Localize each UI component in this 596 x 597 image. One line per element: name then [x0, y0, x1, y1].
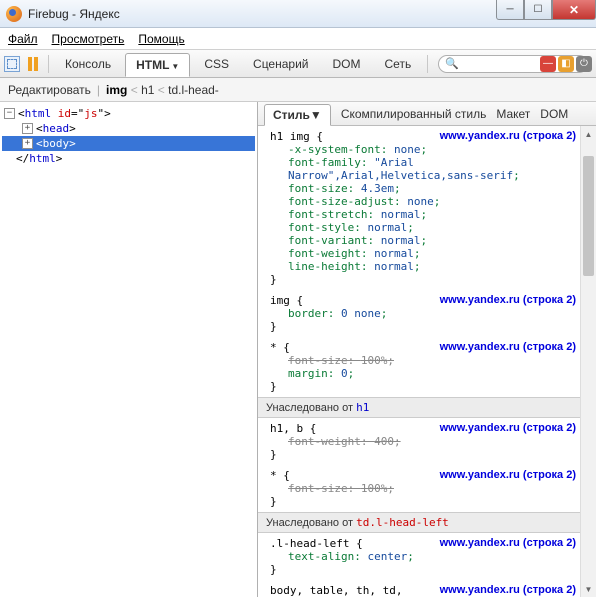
- inherited-header: Унаследовано от h1: [258, 397, 596, 418]
- tree-node[interactable]: + <head>: [2, 121, 255, 136]
- inspect-icon[interactable]: [4, 56, 20, 72]
- edit-button[interactable]: Редактировать: [8, 83, 91, 97]
- tab-net[interactable]: Сеть: [375, 53, 422, 75]
- window-title: Firebug - Яндекс: [28, 7, 120, 21]
- source-link[interactable]: www.yandex.ru (строка 2): [440, 130, 576, 142]
- search-icon: 🔍: [445, 57, 459, 70]
- tab-script[interactable]: Сценарий: [243, 53, 318, 75]
- breadcrumb[interactable]: td.l-head-: [168, 83, 219, 97]
- source-link[interactable]: www.yandex.ru (строка 2): [440, 422, 576, 434]
- breadcrumb[interactable]: h1: [141, 83, 154, 97]
- maximize-button[interactable]: ☐: [524, 0, 552, 20]
- tree-node-selected[interactable]: + <body>: [2, 136, 255, 151]
- pause-icon[interactable]: [28, 57, 38, 71]
- tab-layout[interactable]: Макет: [496, 107, 530, 121]
- menu-bar: Файл Просмотреть Помощь: [0, 28, 596, 50]
- inherited-header: Унаследовано от td.l-head-left: [258, 512, 596, 533]
- scroll-down-icon[interactable]: ▼: [581, 581, 596, 597]
- expand-icon[interactable]: +: [22, 123, 33, 134]
- breadcrumb[interactable]: img: [106, 83, 127, 97]
- source-link[interactable]: www.yandex.ru (строка 2): [440, 584, 576, 596]
- tab-console[interactable]: Консоль: [55, 53, 121, 75]
- close-panel-icon[interactable]: —: [540, 56, 556, 72]
- close-button[interactable]: ✕: [552, 0, 596, 20]
- source-link[interactable]: www.yandex.ru (строка 2): [440, 341, 576, 353]
- detach-icon[interactable]: ◧: [558, 56, 574, 72]
- source-link[interactable]: www.yandex.ru (строка 2): [440, 294, 576, 306]
- html-tree-panel[interactable]: − <html id="js"> + <head> + <body> </htm…: [0, 102, 258, 597]
- tab-dom[interactable]: DOM: [540, 107, 568, 121]
- firefox-icon: [6, 6, 22, 22]
- window-titlebar: Firebug - Яндекс ─ ☐ ✕: [0, 0, 596, 28]
- source-link[interactable]: www.yandex.ru (строка 2): [440, 469, 576, 481]
- sub-toolbar: Редактировать | img < h1 < td.l-head-: [0, 78, 596, 102]
- scrollbar-thumb[interactable]: [583, 156, 594, 276]
- expand-icon[interactable]: +: [22, 138, 33, 149]
- scroll-up-icon[interactable]: ▲: [581, 126, 596, 142]
- tab-html[interactable]: HTML▼: [125, 53, 190, 77]
- tree-node[interactable]: </html>: [2, 151, 255, 166]
- menu-view[interactable]: Просмотреть: [52, 32, 125, 46]
- side-panel-tabs: Стиль▼ Скомпилированный стиль Макет DOM: [258, 102, 596, 126]
- minimize-button[interactable]: ─: [496, 0, 524, 20]
- css-rules-panel[interactable]: www.yandex.ru (строка 2) h1 img { -x-sys…: [258, 126, 596, 597]
- tab-computed[interactable]: Скомпилированный стиль: [341, 107, 487, 121]
- firebug-toolbar: Консоль HTML▼ CSS Сценарий DOM Сеть 🔍 — …: [0, 50, 596, 78]
- tab-style[interactable]: Стиль▼: [264, 104, 331, 126]
- tree-node[interactable]: − <html id="js">: [2, 106, 255, 121]
- menu-help[interactable]: Помощь: [138, 32, 184, 46]
- menu-file[interactable]: Файл: [8, 32, 38, 46]
- tab-dom[interactable]: DOM: [323, 53, 371, 75]
- collapse-icon[interactable]: −: [4, 108, 15, 119]
- tab-css[interactable]: CSS: [194, 53, 239, 75]
- scrollbar[interactable]: ▲ ▼: [580, 126, 596, 597]
- source-link[interactable]: www.yandex.ru (строка 2): [440, 537, 576, 549]
- power-icon[interactable]: ⏻: [576, 56, 592, 72]
